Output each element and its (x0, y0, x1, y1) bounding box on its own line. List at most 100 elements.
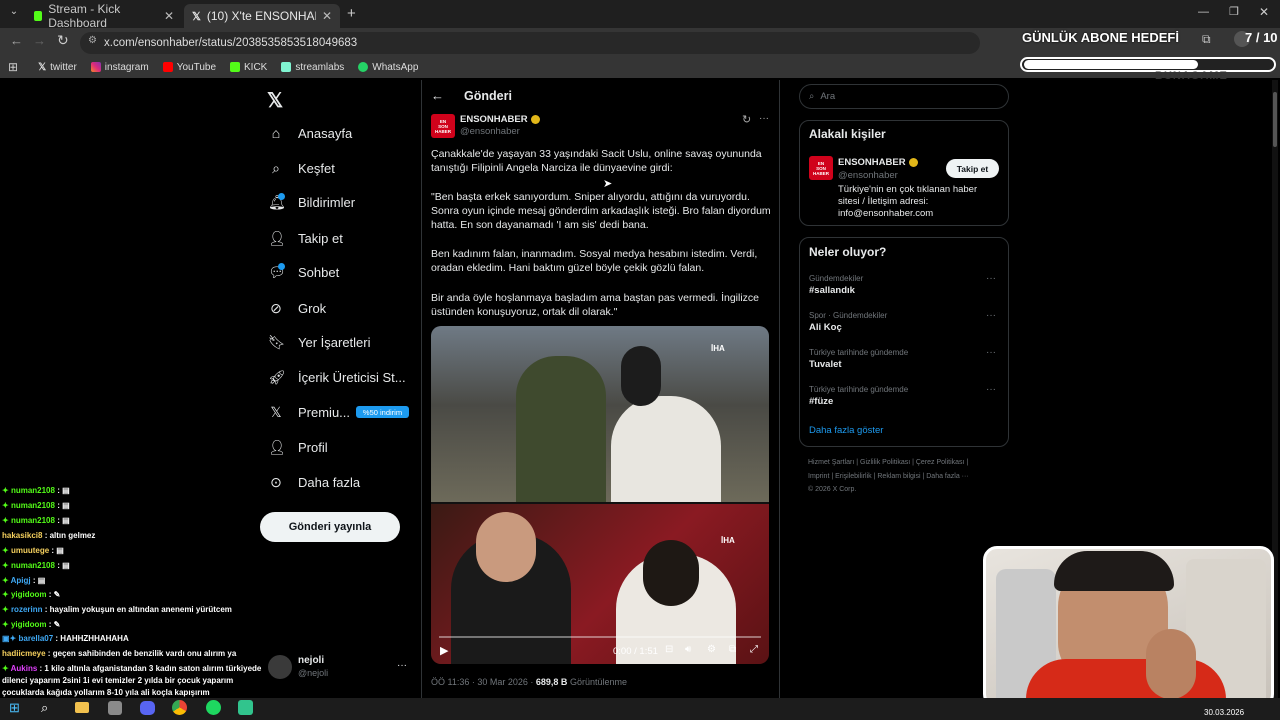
related-avatar[interactable]: EN SON HABER (809, 156, 833, 180)
bookmark-youtube[interactable]: YouTube (162, 62, 216, 73)
video-frame-top: İHA (431, 326, 769, 502)
related-name-row[interactable]: ENSONHABER (838, 157, 918, 168)
nav-more[interactable]: ⊙ Daha fazla (268, 470, 360, 494)
minimize-icon[interactable]: — (1198, 6, 1209, 18)
trend-name[interactable]: #füze (809, 396, 833, 407)
grok-analyze-icon[interactable]: ↻ (742, 113, 751, 126)
chrome-icon[interactable] (172, 700, 187, 715)
footer-links[interactable]: Imprint | Erişilebilirlik | Reklam bilgi… (808, 473, 969, 480)
chat-user: numan2108 (10, 516, 55, 525)
nav-creator-studio[interactable]: 🚀︎ İçerik Üreticisi St... (268, 365, 406, 389)
apps-grid-icon[interactable]: ⊞ (8, 60, 18, 74)
nav-home[interactable]: ⌂ Anasayfa (268, 121, 352, 145)
video-player[interactable]: İHA İHA ▶ 0:00 / 1:51 ⊟ 🔊︎ ⚙ ⧉ ⤢ (431, 326, 769, 664)
verified-badge-icon (530, 115, 540, 124)
settings-icon[interactable]: ⚙ (707, 644, 716, 655)
search-icon[interactable]: ⌕ (41, 700, 48, 716)
trend-more-icon[interactable]: ··· (986, 310, 996, 321)
chat-message: ✦ umuutege : ▤ (2, 546, 64, 555)
author-name-row[interactable]: ENSONHABER (460, 114, 540, 125)
discord-icon[interactable] (140, 701, 155, 715)
site-info-icon[interactable]: ⚙ (88, 35, 97, 46)
tab-x-post[interactable]: 𝕏 (10) X'te ENSONHABER: "Çanak ✕ (184, 4, 340, 28)
bookmark-kick[interactable]: KICK (230, 62, 267, 73)
play-icon[interactable]: ▶ (440, 644, 448, 657)
person-icon: 👤︎ (268, 438, 286, 455)
start-icon[interactable]: ⊞ (9, 700, 20, 716)
x-logo-icon[interactable]: 𝕏 (267, 88, 283, 113)
nav-label: İçerik Üreticisi St... (298, 369, 406, 385)
fullscreen-icon[interactable]: ⤢ (750, 644, 758, 655)
bookmark-instagram[interactable]: instagram (90, 62, 149, 73)
spotify-icon[interactable] (206, 700, 221, 715)
bookmark-whatsapp[interactable]: WhatsApp (358, 62, 418, 73)
trend-category: Spor · Gündemdekiler (809, 311, 888, 320)
author-avatar[interactable]: EN SON HABER (431, 114, 455, 138)
nav-bookmarks[interactable]: 🔖︎ Yer İşaretleri (268, 330, 371, 354)
nav-premium[interactable]: 𝕏 Premiu... (268, 400, 350, 424)
reload-icon[interactable]: ↻ (57, 32, 69, 49)
post-button[interactable]: Gönderi yayınla (260, 512, 400, 542)
chat-message: ✦ yigidoom : ✎ (2, 620, 61, 629)
chat-text: altın gelmez (49, 531, 96, 540)
url-input[interactable]: ⚙ x.com/ensonhaber/status/20385358535180… (80, 32, 980, 54)
trend-category: Türkiye tarihinde gündemde (809, 348, 909, 357)
extensions-icon[interactable]: ⧉ (1202, 32, 1211, 47)
tab-kick[interactable]: Stream - Kick Dashboard ✕ (26, 2, 182, 30)
chat-message: ✦ Aukins : 1 kilo altınla afganistandan … (2, 664, 262, 697)
tab-list-icon[interactable]: ⌄ (6, 6, 22, 22)
notification-dot (278, 263, 285, 270)
chat-text: hayalim yokuşun en altından anenemi yürü… (49, 605, 232, 614)
account-menu-icon[interactable]: ··· (397, 660, 407, 671)
video-figure (611, 396, 721, 502)
bookmark-streamlabs[interactable]: streamlabs (281, 62, 344, 73)
bookmark-twitter[interactable]: 𝕏twitter (38, 62, 77, 73)
forward-icon[interactable]: → (33, 33, 46, 48)
more-circle-icon: ⊙ (270, 473, 282, 490)
nav-label: Profil (298, 439, 328, 455)
new-tab-icon[interactable]: + (347, 5, 356, 22)
scrollbar-thumb[interactable] (1273, 92, 1277, 147)
footer-links[interactable]: Hizmet Şartları | Gizlilik Politikası | … (808, 459, 968, 466)
video-progress-track[interactable] (439, 636, 761, 638)
chat-user: Aukins (10, 664, 38, 673)
pip-icon[interactable]: ⧉ (729, 644, 736, 655)
chat-message: hakasikci8 : altın gelmez (2, 531, 96, 540)
back-arrow-icon[interactable]: ← (431, 88, 444, 103)
app-icon[interactable] (108, 701, 122, 715)
nav-explore[interactable]: ⌕ Keşfet (268, 156, 335, 180)
search-input[interactable]: ⌕ Ara (799, 84, 1009, 109)
taskbar-date: 30.03.2026 (1204, 708, 1245, 717)
nav-profile[interactable]: 👤︎ Profil (268, 435, 328, 459)
close-icon[interactable]: ✕ (164, 9, 174, 23)
nav-follow[interactable]: 👤︎ Takip et (268, 226, 343, 250)
trend-more-icon[interactable]: ··· (986, 347, 996, 358)
nav-grok[interactable]: ⊘ Grok (268, 296, 326, 320)
chat-user: numan2108 (10, 501, 55, 510)
trend-more-icon[interactable]: ··· (986, 384, 996, 395)
trends-title: Neler oluyor? (809, 245, 887, 259)
trend-more-icon[interactable]: ··· (986, 273, 996, 284)
more-options-icon[interactable]: ··· (759, 113, 769, 124)
show-more-link[interactable]: Daha fazla göster (809, 425, 883, 436)
follow-button[interactable]: Takip et (946, 159, 999, 178)
trend-name[interactable]: Tuvalet (809, 359, 842, 370)
volume-icon[interactable]: 🔊︎ (685, 644, 691, 655)
trend-name[interactable]: Ali Koç (809, 322, 842, 333)
chat-user: hadiicmeye (2, 649, 46, 658)
file-explorer-icon[interactable] (75, 702, 89, 713)
video-figure (516, 356, 606, 502)
whatsapp-icon (358, 62, 369, 72)
avatar[interactable] (268, 655, 292, 679)
chat-message: ✦ numan2108 : ▤ (2, 561, 70, 570)
obs-icon[interactable] (238, 700, 253, 715)
restore-icon[interactable]: ❐ (1229, 5, 1239, 18)
trend-name[interactable]: #sallandık (809, 285, 855, 296)
captions-icon[interactable]: ⊟ (665, 644, 673, 655)
author-name: ENSONHABER (460, 114, 528, 125)
back-icon[interactable]: ← (10, 33, 23, 48)
home-icon: ⌂ (271, 125, 281, 141)
close-icon[interactable]: ✕ (322, 9, 332, 23)
window-close-icon[interactable]: ✕ (1259, 5, 1269, 19)
premium-badge: %50 indirim (356, 406, 409, 418)
